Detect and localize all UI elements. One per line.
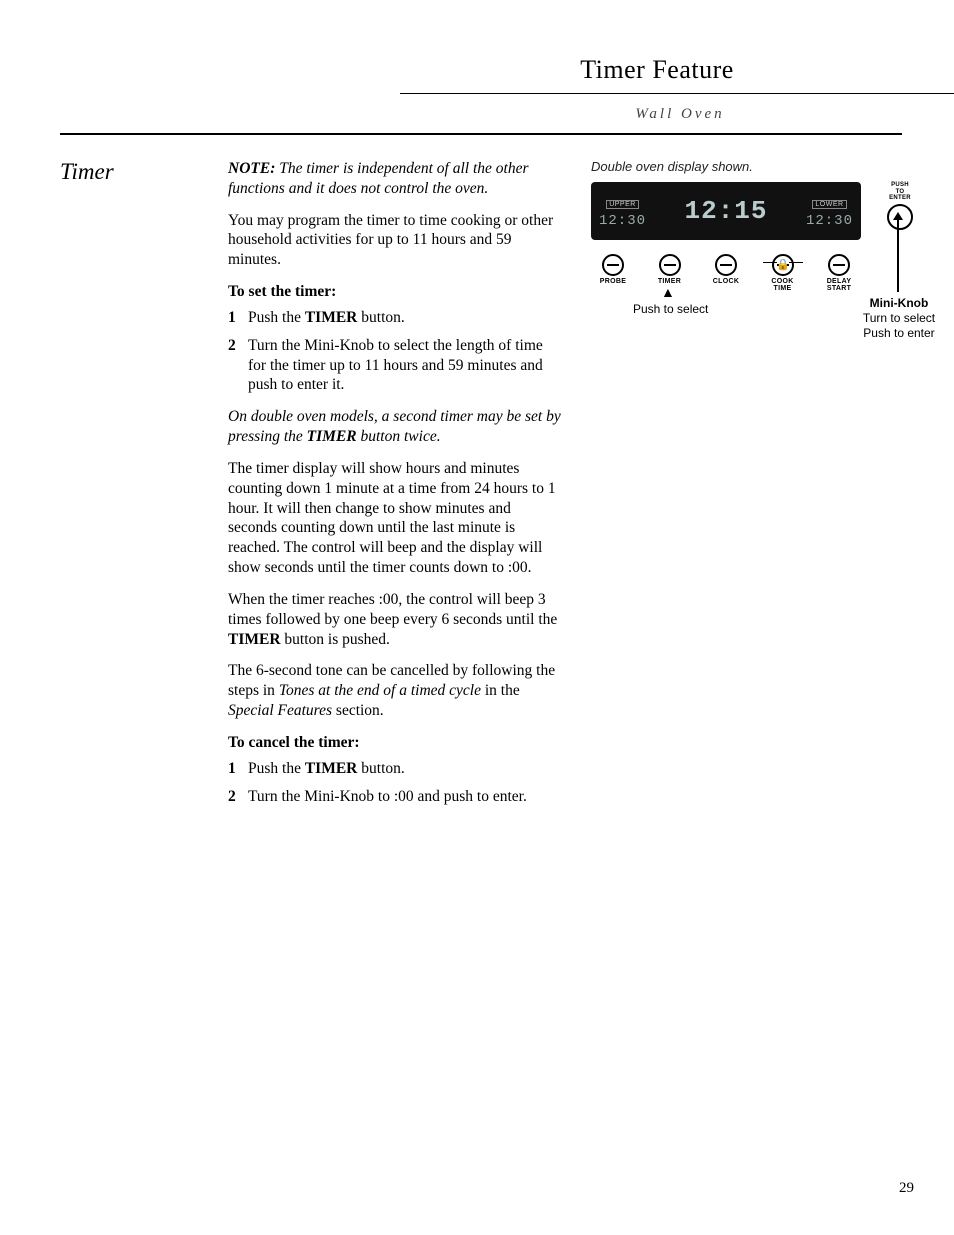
clock-time: 12:15	[684, 196, 767, 226]
header-rule-full	[60, 133, 902, 135]
set-timer-steps: Push the TIMER button. Turn the Mini-Kno…	[228, 308, 563, 395]
cook-time-label: COOKTIME	[761, 278, 805, 293]
control-panel-figure: UPPER 12:30 12:15 LOWER 12:30 PUSH TO	[591, 182, 931, 342]
clock-label: CLOCK	[704, 278, 748, 285]
cancel-timer-steps: Push the TIMER button. Turn the Mini-Kno…	[228, 759, 563, 807]
paragraph-double-oven: On double oven models, a second timer ma…	[228, 407, 563, 447]
callout-mini-knob: Mini-Knob Turn to select Push to enter	[849, 296, 949, 341]
note-label: NOTE:	[228, 160, 275, 177]
probe-knob-icon	[602, 254, 624, 276]
paragraph-program: You may program the timer to time cookin…	[228, 211, 563, 270]
paragraph-countdown: The timer display will show hours and mi…	[228, 459, 563, 578]
lower-badge: LOWER	[812, 200, 846, 209]
arrow-stem	[897, 220, 899, 292]
figure-caption: Double oven display shown.	[591, 159, 931, 174]
oven-display: UPPER 12:30 12:15 LOWER 12:30	[591, 182, 861, 240]
section-heading-timer: Timer	[60, 159, 210, 185]
probe-label: PROBE	[591, 278, 635, 285]
page-title: Timer Feature	[152, 55, 822, 85]
subhead-set-timer: To set the timer:	[228, 282, 563, 302]
callout-push-to-select: Push to select	[633, 302, 708, 316]
mini-knob-area: PUSH TO ENTER	[869, 182, 931, 230]
paragraph-reach-zero: When the timer reaches :00, the control …	[228, 590, 563, 649]
lower-time: 12:30	[806, 213, 853, 229]
page-number: 29	[899, 1180, 914, 1197]
upper-badge: UPPER	[606, 200, 639, 209]
clock-knob-icon	[715, 254, 737, 276]
upper-time: 12:30	[599, 213, 646, 229]
arrow-up-icon: ▲	[661, 284, 675, 300]
delay-start-knob-icon	[828, 254, 850, 276]
connector-line	[763, 262, 777, 263]
arrow-up-icon	[893, 212, 903, 220]
delay-start-label: DELAYSTART	[817, 278, 861, 293]
header-rule-top	[400, 93, 954, 94]
lock-icon: 🔒	[776, 258, 790, 271]
subhead-cancel-timer: To cancel the timer:	[228, 733, 563, 753]
page-subtitle: Wall Oven	[60, 106, 954, 123]
connector-line	[789, 262, 803, 263]
paragraph-tone-cancel: The 6-second tone can be cancelled by fo…	[228, 661, 563, 720]
main-text-column: NOTE: The timer is independent of all th…	[228, 159, 563, 818]
timer-knob-icon	[659, 254, 681, 276]
